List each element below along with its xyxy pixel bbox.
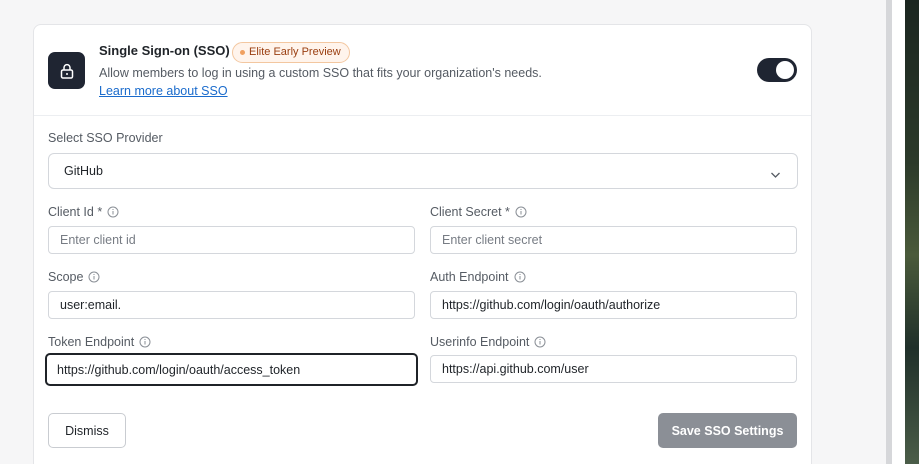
userinfo-endpoint-label: Userinfo Endpoint [430, 335, 546, 349]
token-endpoint-input[interactable] [45, 353, 418, 386]
userinfo-endpoint-label-text: Userinfo Endpoint [430, 335, 530, 349]
scope-label: Scope [48, 270, 100, 284]
sso-title: Single Sign-on (SSO) [99, 43, 230, 58]
early-preview-badge: Elite Early Preview [232, 42, 350, 63]
client-id-label: Client Id * [48, 205, 119, 219]
sso-enable-toggle[interactable] [757, 58, 797, 82]
badge-dot-icon [240, 50, 245, 55]
desktop-background-edge [905, 0, 919, 464]
save-sso-settings-button[interactable]: Save SSO Settings [658, 413, 797, 448]
client-id-label-text: Client Id * [48, 205, 103, 219]
auth-endpoint-label: Auth Endpoint [430, 270, 526, 284]
userinfo-endpoint-input[interactable] [430, 355, 797, 383]
scope-input[interactable] [48, 291, 415, 319]
info-icon[interactable] [514, 271, 526, 283]
toggle-knob [776, 61, 794, 79]
token-endpoint-label-text: Token Endpoint [48, 335, 135, 349]
info-icon[interactable] [107, 206, 119, 218]
sso-provider-select[interactable]: GitHub [48, 153, 798, 189]
client-id-input[interactable] [48, 226, 415, 254]
info-icon[interactable] [515, 206, 527, 218]
window-gap [892, 0, 905, 464]
token-endpoint-label: Token Endpoint [48, 335, 151, 349]
sso-description: Allow members to log in using a custom S… [99, 66, 542, 80]
provider-label: Select SSO Provider [48, 131, 163, 145]
client-secret-label: Client Secret * [430, 205, 527, 219]
client-secret-input[interactable] [430, 226, 797, 254]
sso-header: Single Sign-on (SSO) Elite Early Preview… [34, 25, 811, 116]
auth-endpoint-input[interactable] [430, 291, 797, 319]
badge-label: Elite Early Preview [249, 46, 341, 58]
info-icon[interactable] [88, 271, 100, 283]
chevron-down-icon [770, 166, 781, 184]
info-icon[interactable] [139, 336, 151, 348]
provider-selected-value: GitHub [64, 164, 103, 178]
scope-label-text: Scope [48, 270, 84, 284]
sso-settings-card: Single Sign-on (SSO) Elite Early Preview… [33, 24, 812, 464]
lock-icon [48, 52, 85, 89]
dismiss-button[interactable]: Dismiss [48, 413, 126, 448]
client-secret-label-text: Client Secret * [430, 205, 510, 219]
info-icon[interactable] [534, 336, 546, 348]
learn-more-link[interactable]: Learn more about SSO [99, 84, 228, 98]
provider-label-text: Select SSO Provider [48, 131, 163, 145]
auth-endpoint-label-text: Auth Endpoint [430, 270, 509, 284]
